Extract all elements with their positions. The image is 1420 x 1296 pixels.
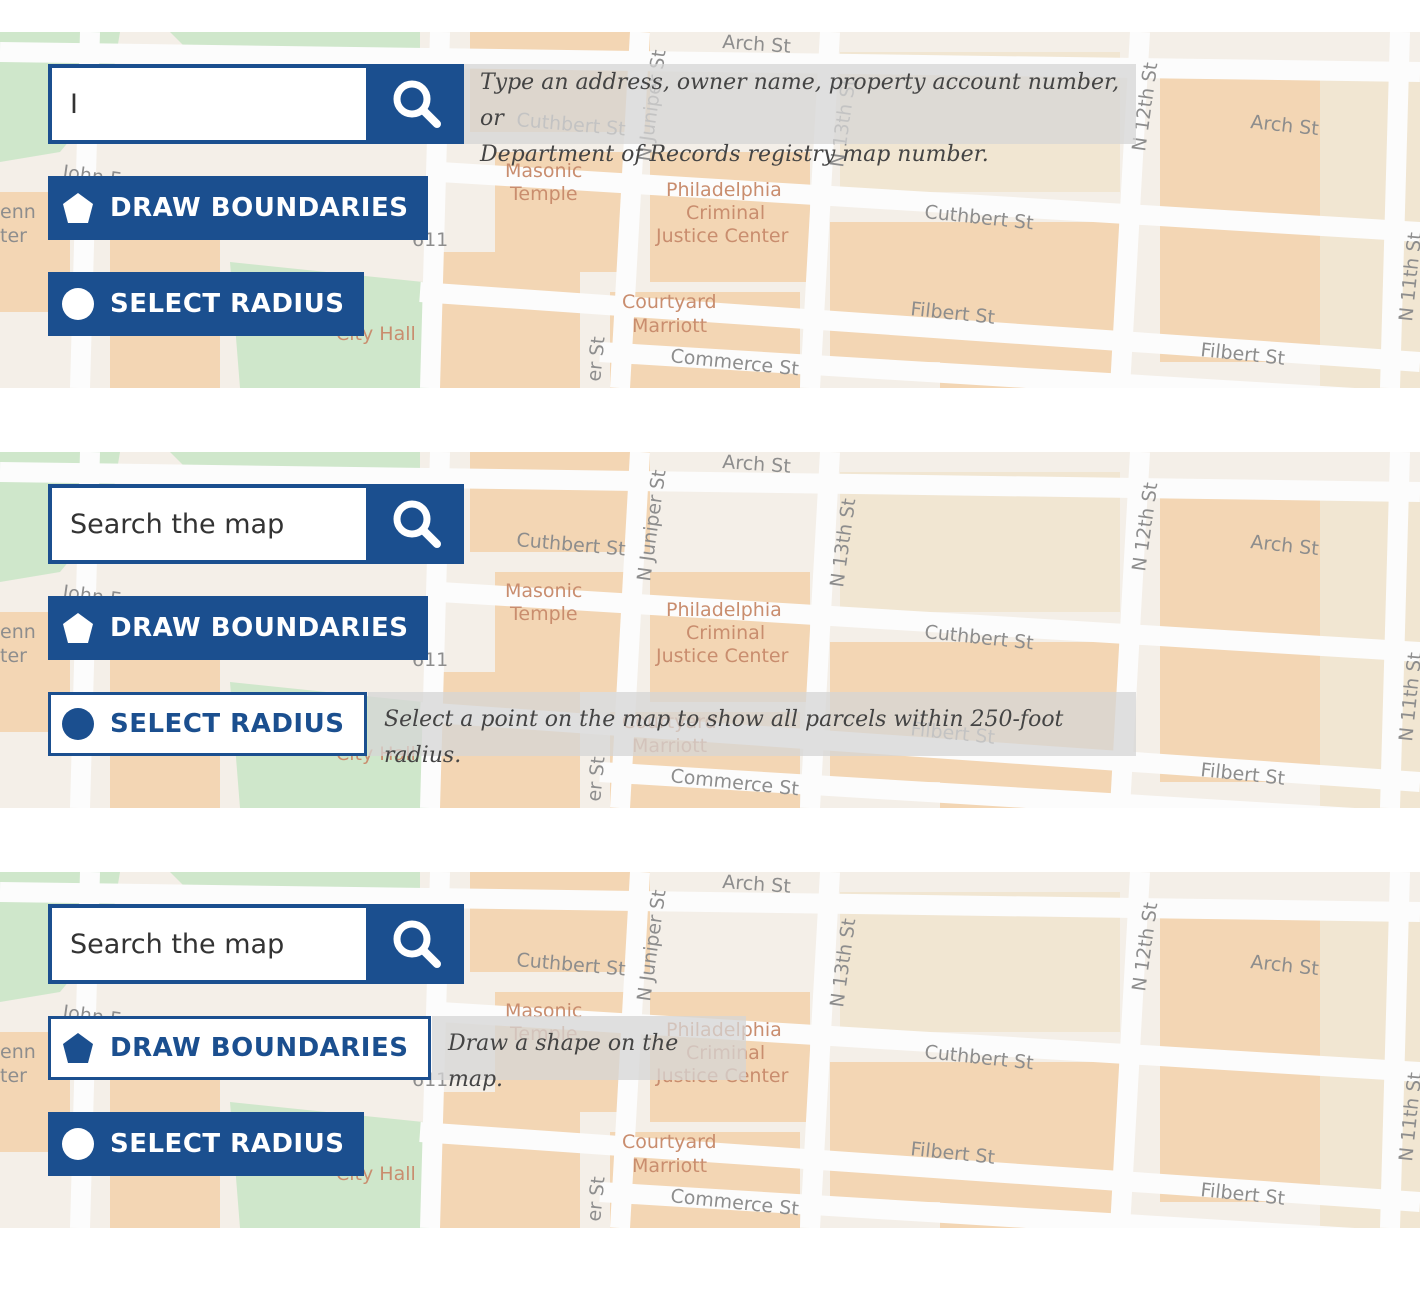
select-radius-hint-text: Select a point on the map to show all pa… [384, 707, 1064, 768]
search-button[interactable] [370, 484, 464, 564]
draw-boundaries-hint-text: Draw a shape on the map. [448, 1031, 679, 1092]
select-radius-label: SELECT RADIUS [110, 1129, 345, 1159]
search-input-placeholder: Search the map [70, 508, 285, 540]
map-panel-2: Arch St Arch St Cuthbert St Cuthbert St … [0, 452, 1420, 808]
draw-boundaries-hint-tooltip: Draw a shape on the map. [432, 1016, 746, 1092]
map-label-courtyard-2: Marriott [632, 1155, 707, 1177]
draw-boundaries-label: DRAW BOUNDARIES [110, 193, 409, 223]
map-label-masonic-2: Temple [509, 183, 578, 205]
search-input-value: I [70, 88, 78, 120]
select-radius-button[interactable]: SELECT RADIUS [48, 1112, 365, 1176]
search-bar: Search the map [48, 484, 464, 564]
map-label-masonic-1: Masonic [505, 580, 582, 602]
search-hint-line-2: Department of Records registry map numbe… [480, 142, 989, 167]
select-radius-label: SELECT RADIUS [110, 289, 345, 319]
search-icon [393, 500, 441, 548]
map-label-philadelphia-3: Justice Center [655, 645, 789, 667]
map-label-center: ter [0, 645, 27, 667]
draw-boundaries-button[interactable]: DRAW BOUNDARIES [48, 596, 429, 660]
search-button[interactable] [370, 904, 464, 984]
select-radius-button[interactable]: SELECT RADIUS [48, 272, 365, 336]
map-label-masonic-2: Temple [509, 603, 578, 625]
draw-boundaries-label: DRAW BOUNDARIES [110, 1033, 409, 1063]
map-label-courtyard-2: Marriott [632, 315, 707, 337]
map-label-penn: enn [0, 201, 36, 223]
map-panel-1: Arch St Arch St Cuthbert St Cuthbert St … [0, 32, 1420, 388]
search-input[interactable]: I [48, 64, 370, 144]
draw-boundaries-button[interactable]: DRAW BOUNDARIES [48, 176, 429, 240]
map-label-street-fragment: er St [583, 1175, 610, 1222]
map-label-philadelphia-1: Philadelphia [666, 179, 782, 201]
map-label-courtyard-1: Courtyard [622, 291, 717, 313]
search-input[interactable]: Search the map [48, 904, 370, 984]
circle-icon [60, 286, 96, 322]
map-label-philadelphia-2: Criminal [686, 622, 765, 644]
map-label-street-fragment: er St [583, 335, 610, 382]
search-icon [393, 80, 441, 128]
pentagon-icon [60, 1030, 96, 1066]
draw-boundaries-button-active[interactable]: DRAW BOUNDARIES [48, 1016, 432, 1080]
map-label-courtyard-1: Courtyard [622, 1131, 717, 1153]
map-panel-3: Arch St Arch St Cuthbert St Cuthbert St … [0, 872, 1420, 1228]
search-bar: I [48, 64, 464, 144]
search-button[interactable] [370, 64, 464, 144]
search-bar: Search the map [48, 904, 464, 984]
search-input-placeholder: Search the map [70, 928, 285, 960]
map-label-center: ter [0, 1065, 27, 1087]
search-hint-tooltip: Type an address, owner name, property ac… [464, 64, 1136, 167]
map-label-philadelphia-2: Criminal [686, 202, 765, 224]
map-label-penn: enn [0, 1041, 36, 1063]
map-label-center: ter [0, 225, 27, 247]
search-input[interactable]: Search the map [48, 484, 370, 564]
pentagon-icon [60, 190, 96, 226]
map-label-philadelphia-3: Justice Center [655, 225, 789, 247]
circle-icon [60, 706, 96, 742]
pentagon-icon [60, 610, 96, 646]
circle-icon [60, 1126, 96, 1162]
select-radius-button-active[interactable]: SELECT RADIUS [48, 692, 368, 756]
select-radius-label: SELECT RADIUS [110, 709, 345, 739]
draw-boundaries-label: DRAW BOUNDARIES [110, 613, 409, 643]
select-radius-hint-tooltip: Select a point on the map to show all pa… [368, 692, 1136, 768]
search-icon [393, 920, 441, 968]
search-hint-line-1: Type an address, owner name, property ac… [480, 70, 1120, 131]
map-label-philadelphia-1: Philadelphia [666, 599, 782, 621]
map-label-penn: enn [0, 621, 36, 643]
